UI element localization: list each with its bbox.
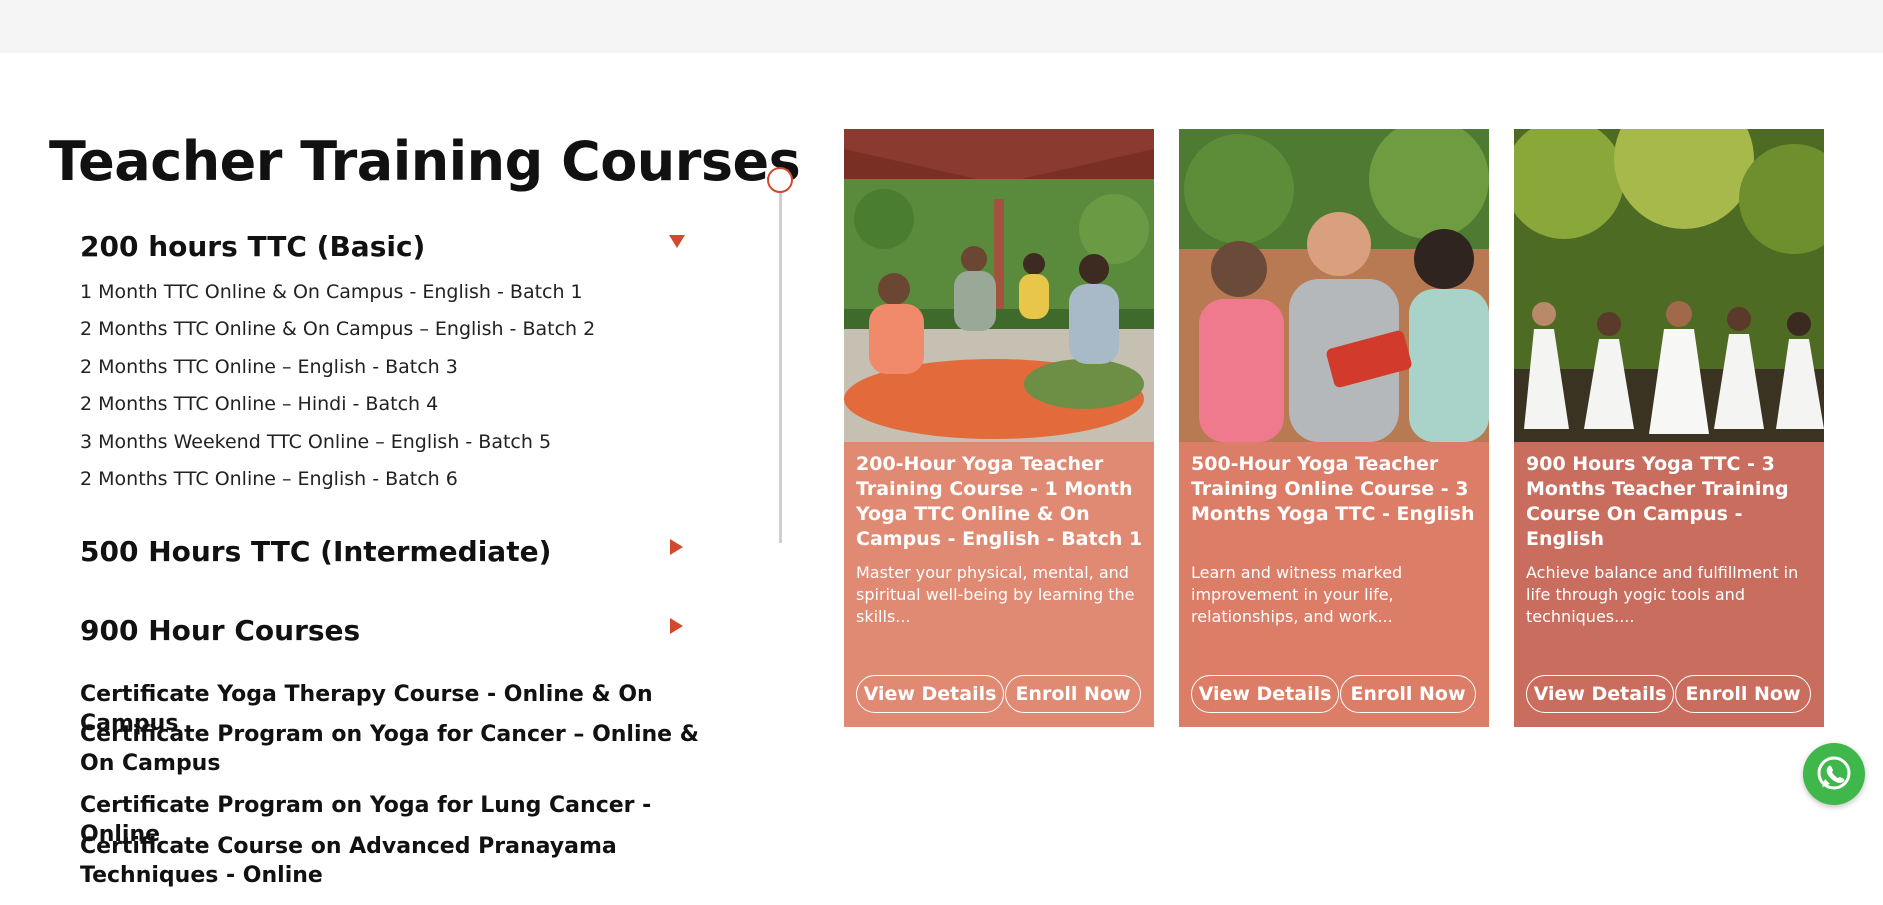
course-link-batch-1[interactable]: 1 Month TTC Online & On Campus - English…: [80, 281, 583, 303]
course-link-batch-4[interactable]: 2 Months TTC Online – Hindi - Batch 4: [80, 393, 438, 415]
card-image: [1179, 129, 1489, 442]
whatsapp-icon: [1817, 756, 1851, 790]
accordion-heading-500-hours[interactable]: 500 Hours TTC (Intermediate): [80, 535, 551, 568]
caret-right-icon[interactable]: [670, 539, 683, 555]
card-description: Achieve balance and fulfillment in life …: [1526, 563, 1799, 626]
card-title[interactable]: 200-Hour Yoga Teacher Training Course - …: [856, 452, 1146, 552]
course-link-batch-2[interactable]: 2 Months TTC Online & On Campus – Englis…: [80, 318, 595, 340]
course-card-200-hour: 200-Hour Yoga Teacher Training Course - …: [844, 129, 1154, 727]
course-card-900-hour: 900 Hours Yoga TTC - 3 Months Teacher Tr…: [1514, 129, 1824, 727]
scroll-track: [779, 190, 782, 543]
page-title: Teacher Training Courses: [49, 130, 801, 193]
course-link-batch-3[interactable]: 2 Months TTC Online – English - Batch 3: [80, 356, 458, 378]
enroll-now-button[interactable]: Enroll Now: [1340, 675, 1476, 713]
course-link-batch-5[interactable]: 3 Months Weekend TTC Online – English - …: [80, 431, 551, 453]
course-card-500-hour: 500-Hour Yoga Teacher Training Online Co…: [1179, 129, 1489, 727]
card-description: Master your physical, mental, and spirit…: [856, 563, 1135, 626]
card-image: [844, 129, 1154, 442]
view-details-button[interactable]: View Details: [856, 675, 1004, 713]
forest-meditation-photo: [1514, 129, 1824, 442]
enroll-now-button[interactable]: Enroll Now: [1675, 675, 1811, 713]
course-link-batch-6[interactable]: 2 Months TTC Online – English - Batch 6: [80, 468, 458, 490]
whatsapp-button[interactable]: [1803, 743, 1865, 805]
top-bar: [0, 0, 1883, 53]
enroll-now-button[interactable]: Enroll Now: [1005, 675, 1141, 713]
card-title[interactable]: 500-Hour Yoga Teacher Training Online Co…: [1191, 452, 1481, 527]
gazebo-yoga-class-photo: [844, 129, 1154, 442]
card-body: 900 Hours Yoga TTC - 3 Months Teacher Tr…: [1514, 442, 1824, 727]
certificate-link-advanced-pranayama[interactable]: Certificate Course on Advanced Pranayama…: [80, 832, 720, 890]
certificate-link-yoga-for-cancer[interactable]: Certificate Program on Yoga for Cancer –…: [80, 720, 720, 778]
card-title[interactable]: 900 Hours Yoga TTC - 3 Months Teacher Tr…: [1526, 452, 1816, 552]
people-reading-book-photo: [1179, 129, 1489, 442]
accordion-heading-900-hours[interactable]: 900 Hour Courses: [80, 614, 360, 647]
card-body: 500-Hour Yoga Teacher Training Online Co…: [1179, 442, 1489, 727]
card-image: [1514, 129, 1824, 442]
view-details-button[interactable]: View Details: [1526, 675, 1674, 713]
caret-right-icon[interactable]: [670, 618, 683, 634]
card-description: Learn and witness marked improvement in …: [1191, 563, 1403, 626]
view-details-button[interactable]: View Details: [1191, 675, 1339, 713]
card-body: 200-Hour Yoga Teacher Training Course - …: [844, 442, 1154, 727]
accordion-heading-200-hours[interactable]: 200 hours TTC (Basic): [80, 230, 425, 263]
scroll-handle[interactable]: [767, 167, 793, 193]
caret-down-icon[interactable]: [669, 235, 685, 248]
